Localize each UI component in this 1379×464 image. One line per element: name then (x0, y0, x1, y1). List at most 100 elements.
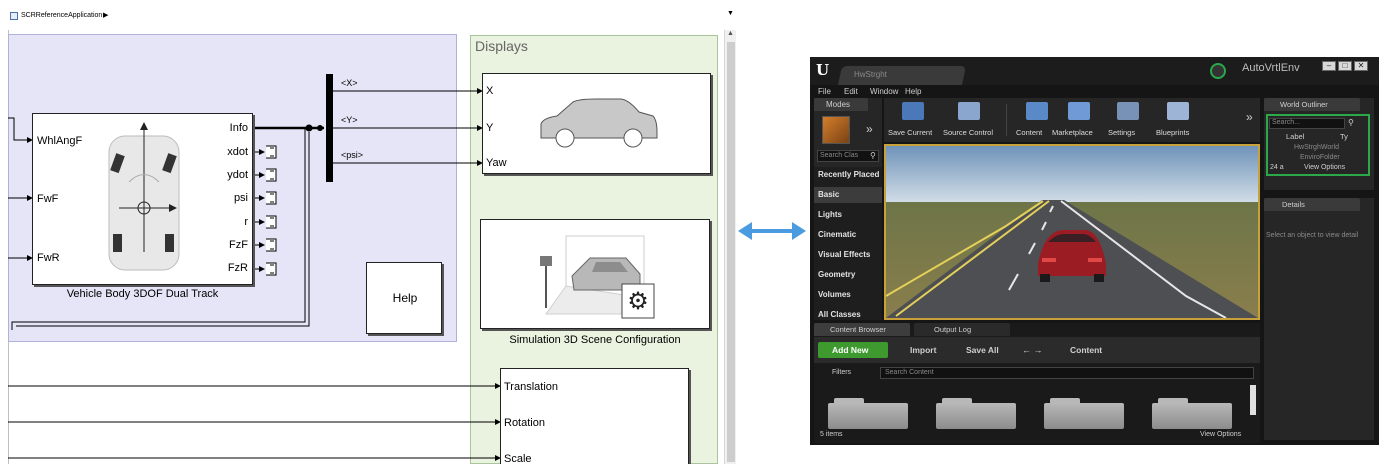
save-all-button[interactable]: Save All (966, 345, 999, 355)
car-silhouette-icon (540, 98, 658, 148)
port-fzr: FzR (227, 262, 248, 274)
project-name: AutoVrtlEnv (1242, 62, 1300, 74)
viewport-scene (886, 146, 1258, 318)
port-fzf: FzF (229, 239, 248, 251)
category-volumes[interactable]: Volumes (818, 290, 851, 299)
filters-button[interactable]: Filters (832, 369, 851, 376)
marketplace-icon[interactable] (1068, 102, 1090, 120)
content-search-input[interactable]: Search Content (880, 367, 1254, 379)
svg-text:⚙: ⚙ (627, 287, 649, 315)
world-outliner-title: World Outliner (1280, 100, 1328, 109)
port-psi: psi (233, 192, 248, 204)
content-search-placeholder: Search Content (885, 369, 934, 376)
close-button[interactable]: ✕ (1354, 61, 1368, 71)
main-toolbar: Save Current Source Control Content Mark… (884, 98, 1260, 142)
level-tab-label: HwStrght (854, 70, 887, 79)
menu-edit[interactable]: Edit (844, 87, 858, 96)
bus-signal-y: <Y> (341, 115, 358, 125)
port-y: Y (486, 122, 494, 134)
category-recently-placed[interactable]: Recently Placed (818, 170, 879, 179)
simulink-editor: SCRReferenceApplication ▶ ▼ ▲ Displays <… (0, 0, 740, 464)
toolbar-save-current[interactable]: Save Current (888, 128, 932, 137)
maximize-button[interactable]: □ (1338, 61, 1352, 71)
outliner-col-label[interactable]: Label (1286, 132, 1304, 141)
toolbar-settings[interactable]: Settings (1108, 128, 1135, 137)
port-info: Info (229, 122, 248, 134)
outliner-item-world[interactable]: HwStrghWorld (1294, 144, 1339, 151)
toolbar-overflow-icon[interactable]: » (1246, 110, 1253, 124)
toolbar-content[interactable]: Content (1016, 128, 1042, 137)
source-control-status-icon[interactable] (1210, 63, 1226, 79)
toolbar-marketplace[interactable]: Marketplace (1052, 128, 1093, 137)
vehicle-display-block[interactable]: X Y Yaw (482, 73, 711, 174)
settings-icon[interactable] (1117, 102, 1139, 120)
category-visual-effects[interactable]: Visual Effects (818, 250, 870, 259)
folder-icon[interactable] (1152, 398, 1232, 429)
search-classes-placeholder: Search Clas (820, 152, 859, 159)
content-path[interactable]: Content (1070, 345, 1102, 355)
folder-icon[interactable] (936, 398, 1016, 429)
menu-help[interactable]: Help (905, 87, 921, 96)
help-label: Help (392, 291, 418, 305)
outliner-item-folder[interactable]: EnviroFolder (1300, 154, 1340, 161)
content-browser-tab-label: Content Browser (830, 325, 886, 334)
content-scrollbar[interactable] (1250, 385, 1256, 415)
transform-block[interactable]: Translation Rotation Scale (500, 368, 689, 464)
minimize-button[interactable]: – (1322, 61, 1336, 71)
import-button[interactable]: Import (910, 345, 936, 355)
toolbar-divider (1006, 104, 1007, 136)
port-fwf: FwF (37, 193, 59, 205)
content-view-options[interactable]: View Options (1200, 431, 1241, 438)
category-basic[interactable]: Basic (818, 190, 839, 199)
toolbar-source-control[interactable]: Source Control (943, 128, 993, 137)
place-mode-icon[interactable] (822, 116, 850, 144)
details-panel: Details Select an object to view detail (1264, 198, 1374, 440)
bus-signal-psi: <psi> (341, 150, 364, 160)
outliner-search-icon[interactable]: ⚲ (1348, 118, 1354, 127)
output-log-tab-label: Output Log (934, 325, 972, 334)
scene-config-block-name: Simulation 3D Scene Configuration (509, 334, 681, 346)
port-yaw: Yaw (486, 157, 507, 169)
scene-config-block[interactable]: ⚙ (480, 219, 710, 329)
content-browser-panel: Content Browser Output Log Add New Impor… (814, 323, 1260, 443)
unreal-editor-window: U HwStrght AutoVrtlEnv – □ ✕ File Edit W… (810, 57, 1379, 445)
search-classes-input[interactable]: Search Clas ⚲ (817, 150, 879, 162)
details-title: Details (1282, 200, 1305, 209)
category-lights[interactable]: Lights (818, 210, 842, 219)
unreal-logo-icon: U (816, 61, 830, 79)
menu-window[interactable]: Window (870, 87, 898, 96)
vehicle-body-block[interactable]: WhlAngF FwF FwR Info xdot ydot psi r FzF… (32, 113, 253, 285)
port-ydot: ydot (227, 169, 248, 181)
port-scale: Scale (504, 453, 532, 464)
port-rotation: Rotation (504, 417, 545, 429)
category-cinematic[interactable]: Cinematic (818, 230, 856, 239)
port-translation: Translation (504, 381, 559, 393)
toolbar-blueprints[interactable]: Blueprints (1156, 128, 1189, 137)
modes-label: Modes (826, 100, 851, 109)
world-outliner-panel: World Outliner Search... ⚲ Label Ty HwSt… (1264, 98, 1374, 190)
folder-icon[interactable] (828, 398, 908, 429)
help-button[interactable]: Help (366, 262, 442, 334)
menu-file[interactable]: File (818, 87, 831, 96)
outliner-search-placeholder: Search... (1272, 119, 1301, 126)
content-icon[interactable] (1026, 102, 1048, 120)
folder-icon[interactable] (1044, 398, 1124, 429)
scene-config-icon: ⚙ (540, 235, 655, 319)
history-nav-icon[interactable]: ← → (1022, 345, 1043, 355)
modes-expand-icon[interactable]: » (866, 122, 873, 136)
level-viewport[interactable] (884, 144, 1260, 320)
details-tab[interactable] (1264, 198, 1360, 211)
save-icon[interactable] (902, 102, 924, 120)
details-empty-message: Select an object to view detail (1266, 232, 1359, 239)
category-geometry[interactable]: Geometry (818, 270, 855, 279)
category-all-classes[interactable]: All Classes (818, 310, 861, 319)
outliner-search-input[interactable]: Search... (1269, 118, 1345, 129)
outliner-col-type[interactable]: Ty (1340, 132, 1348, 141)
content-item-count: 5 items (820, 431, 843, 438)
outliner-view-options[interactable]: View Options (1304, 164, 1345, 171)
blueprints-icon[interactable] (1167, 102, 1189, 120)
bidirectional-arrow-icon (738, 222, 806, 240)
add-new-label: Add New (832, 345, 869, 355)
source-control-icon[interactable] (958, 102, 980, 120)
port-xdot: xdot (227, 146, 248, 158)
